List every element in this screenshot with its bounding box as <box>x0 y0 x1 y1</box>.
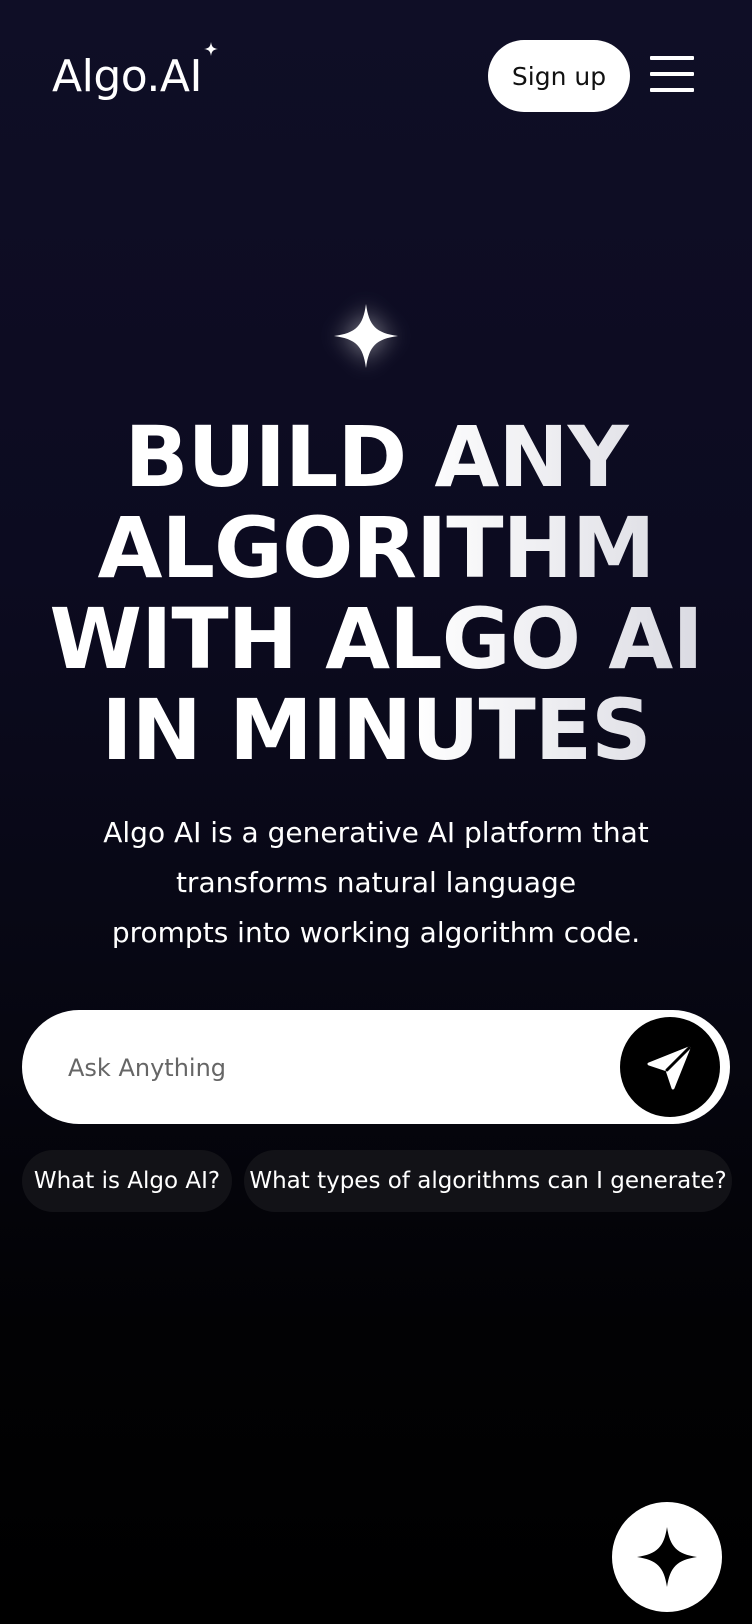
suggestion-chip[interactable]: What types of algorithms can I generate? <box>244 1150 732 1212</box>
headline-line: IN MINUTES <box>30 685 722 776</box>
suggestion-chips: What is Algo AI? What types of algorithm… <box>22 1150 732 1212</box>
headline-line: ALGORITHM <box>30 503 722 594</box>
search-bar <box>22 1010 730 1126</box>
menu-bar <box>650 72 694 76</box>
send-icon <box>647 1046 691 1090</box>
subtitle-line: prompts into working algorithm code. <box>111 916 641 949</box>
subtitle-line: Algo AI is a generative AI platform that <box>103 816 649 849</box>
sparkle-icon <box>203 42 218 56</box>
hero-subtitle: Algo AI is a generative AI platform that… <box>60 808 692 958</box>
headline-line: BUILD ANY <box>30 412 722 503</box>
sparkle-icon <box>637 1527 697 1587</box>
logo-text: Algo.AI <box>52 51 202 102</box>
menu-bar <box>650 88 694 92</box>
sparkle-icon <box>334 304 398 368</box>
subtitle-line: transforms natural language <box>175 866 577 899</box>
ai-assistant-button[interactable] <box>612 1502 722 1612</box>
menu-bar <box>650 56 694 60</box>
hamburger-menu-icon[interactable] <box>650 56 694 92</box>
sign-up-button[interactable]: Sign up <box>488 40 630 112</box>
suggestion-chip[interactable]: What is Algo AI? <box>22 1150 232 1212</box>
send-button[interactable] <box>620 1017 720 1117</box>
logo[interactable]: Algo.AI <box>52 42 218 108</box>
search-input[interactable] <box>66 1010 610 1126</box>
headline-line: WITH ALGO AI <box>30 594 722 685</box>
hero-headline: BUILD ANY ALGORITHM WITH ALGO AI IN MINU… <box>30 412 722 776</box>
